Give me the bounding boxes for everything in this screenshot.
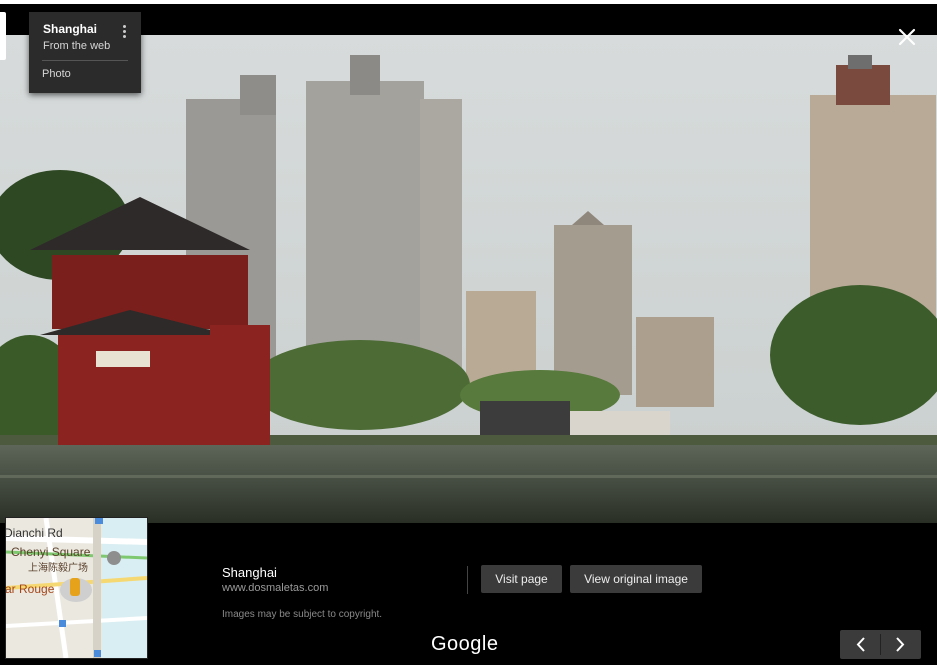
image-info-card: Shanghai From the web Photo [29, 12, 141, 93]
copyright-notice: Images may be subject to copyright. [222, 609, 383, 620]
info-card-title: Shanghai [43, 22, 98, 36]
google-logo: Google [431, 633, 499, 655]
shanghai-photo-image [0, 35, 937, 523]
visit-page-button[interactable]: Visit page [481, 565, 562, 593]
previous-image-button[interactable] [840, 630, 880, 659]
map-bar-label: ar Rouge [5, 582, 55, 596]
caption-title: Shanghai [222, 565, 277, 580]
info-card-divider [42, 60, 128, 61]
main-photo[interactable] [0, 35, 937, 523]
camera-pin-icon[interactable] [107, 551, 121, 565]
pegman-icon[interactable] [70, 578, 80, 596]
bus-stop-icon [95, 518, 103, 524]
caption-separator [467, 566, 468, 594]
close-button[interactable] [894, 24, 920, 50]
view-original-image-button[interactable]: View original image [570, 565, 702, 593]
info-card-type-label: Photo [42, 68, 71, 80]
chevron-left-icon [856, 637, 865, 652]
map-thumbnail[interactable]: Dianchi Rd Chenyi Square 上海陈毅广场 ar Rouge [5, 517, 148, 659]
close-icon [898, 28, 916, 46]
info-card-subtitle: From the web [43, 40, 111, 52]
image-nav-group [840, 630, 921, 659]
caption-url[interactable]: www.dosmaletas.com [222, 582, 328, 594]
top-edge-line [0, 0, 937, 4]
map-place-label-cn: 上海陈毅广场 [28, 563, 88, 574]
chevron-right-icon [896, 637, 905, 652]
more-vert-icon[interactable] [119, 24, 129, 42]
previous-panel-edge[interactable] [0, 12, 6, 60]
next-image-button[interactable] [881, 630, 921, 659]
map-place-label: Chenyi Square [11, 545, 91, 559]
map-street-label: Dianchi Rd [5, 526, 63, 540]
